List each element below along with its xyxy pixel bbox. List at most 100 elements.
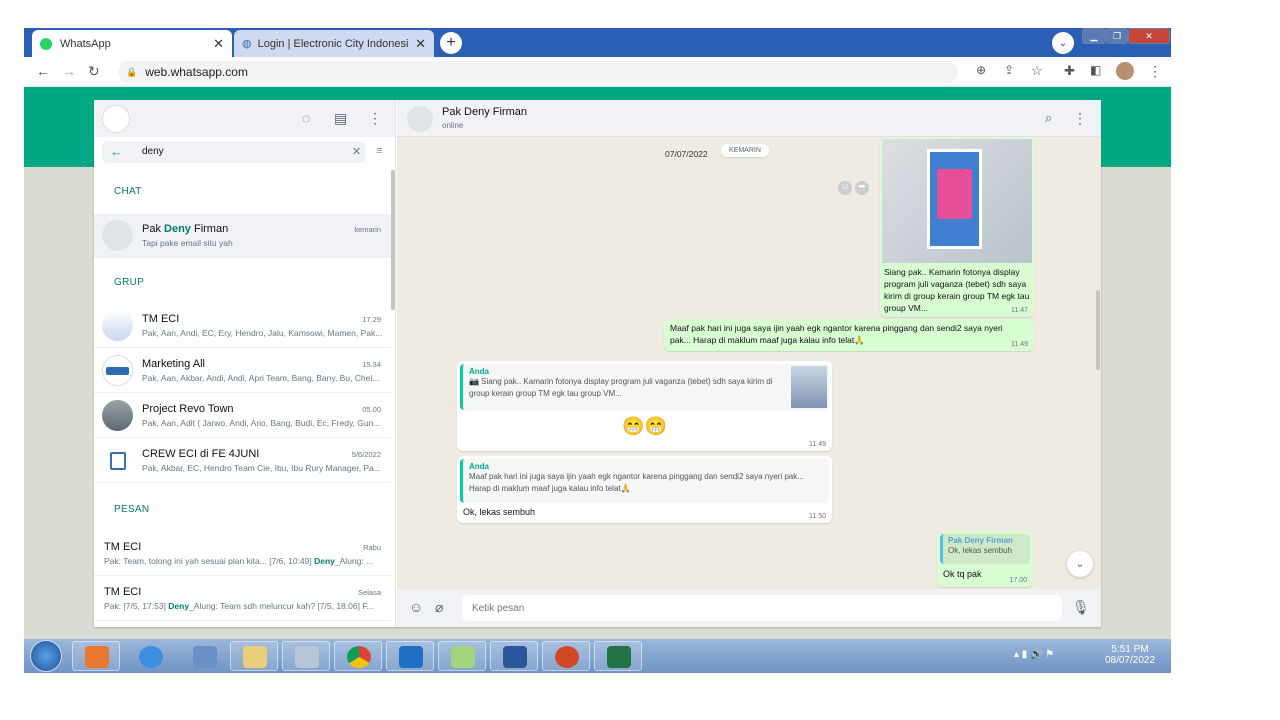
display-photo[interactable] [882,139,1032,263]
group-time: 15.34 [362,360,381,369]
close-window-button[interactable]: ✕ [1128,28,1170,44]
close-tab-icon[interactable]: ✕ [415,36,426,52]
taskbar-notes[interactable] [438,641,486,671]
clock[interactable]: 5:51 PM 08/07/2022 [1102,644,1158,666]
menu-icon[interactable]: ⋮ [368,110,382,127]
quoted-message[interactable]: Anda 📷 Siang pak.. Kamarin fotonya displ… [460,364,829,410]
incoming-message[interactable]: Anda 📷 Siang pak.. Kamarin fotonya displ… [457,361,832,451]
emoji-react-icon[interactable]: ☺ [838,181,852,195]
group-item[interactable]: Marketing All Pak, Aan, Akbar, Andi, And… [94,349,391,393]
avatar [102,445,133,476]
tab-electronic-city[interactable]: ◍ Login | Electronic City Indonesia ✕ [234,30,434,57]
group-item[interactable]: CREW ECI di FE 4JUNI Pak, Akbar, EC, Hen… [94,439,391,483]
media-player-icon [85,646,109,668]
reload-icon[interactable]: ↻ [88,63,100,80]
whatsapp-app: ◌ ▤ ⋮ ← deny ✕ ≡ CHAT Pak Deny Firman Ta… [94,100,1101,627]
tab-search-button[interactable]: ⌄ [1052,32,1074,54]
tab-title: Login | Electronic City Indonesia [257,37,408,50]
incoming-message[interactable]: Anda Maaf pak hari ini juga saya ijin ya… [457,456,832,523]
close-tab-icon[interactable]: ✕ [213,36,224,52]
forward-icon[interactable]: ➦ [855,181,869,195]
outgoing-message[interactable]: Pak Deny Firman Ok, lekas sembuh Ok tq p… [937,531,1033,587]
avatar [102,355,133,386]
taskbar-tool[interactable] [180,641,228,671]
section-chat-label: CHAT [114,186,142,197]
powerpoint-icon [555,646,579,668]
tab-whatsapp[interactable]: WhatsApp ✕ [32,30,232,57]
message-item[interactable]: TM ECI Pak: [7/5, 17:53] Deny_Alung: Tea… [94,577,391,621]
image-message[interactable]: Siang pak.. Kamarin fotonya display prog… [880,137,1034,317]
taskbar-outlook[interactable] [386,641,434,671]
taskbar-calculator[interactable] [282,641,330,671]
filter-icon[interactable]: ≡ [376,145,382,157]
search-row: ← deny ✕ ≡ [94,137,395,169]
search-box[interactable]: ← deny ✕ [102,141,366,163]
chat-menu-icon[interactable]: ⋮ [1073,110,1087,127]
taskbar-chrome[interactable] [334,641,382,671]
emoji-icon[interactable]: ☺ [409,599,423,615]
whatsapp-favicon-icon [40,37,52,50]
scroll-down-button[interactable]: ⌄ [1067,551,1093,577]
chat-item[interactable]: Pak Deny Firman Tapi pake email situ yah… [94,214,391,258]
message-text: Ok, lekas sembuh [463,507,536,517]
group-item[interactable]: TM ECI Pak, Aan, Andi, EC, Ery, Hendro, … [94,304,391,348]
browser-menu-icon[interactable]: ⋮ [1148,63,1162,80]
taskbar-internet-explorer[interactable] [126,641,174,671]
clear-search-icon[interactable]: ✕ [352,145,361,158]
bookmark-star-icon[interactable]: ☆ [1031,63,1043,79]
clock-date: 08/07/2022 [1104,655,1156,666]
side-panel-icon[interactable]: ◧ [1090,63,1101,77]
my-avatar[interactable] [102,105,130,133]
profile-avatar[interactable] [1116,62,1134,80]
contact-avatar[interactable] [407,106,433,132]
message-time: Selasa [358,588,381,597]
chat-name: Pak Deny Firman [142,223,229,235]
taskbar-excel[interactable] [594,641,642,671]
contact-status: online [442,121,464,130]
back-icon[interactable]: ← [36,63,50,79]
sidebar-scrollbar[interactable] [391,170,395,310]
start-button[interactable] [30,640,62,672]
chat-scrollbar[interactable] [1096,290,1100,370]
maximize-button[interactable]: ❐ [1106,28,1128,44]
microphone-icon[interactable]: 🎙 [1072,599,1090,616]
group-last-message: Pak, Aan, Adit ( Jarwo, Andi, Ario, Bang… [142,418,381,428]
share-icon[interactable]: ⇪ [1004,63,1014,77]
day-badge: KEMARIN [721,144,769,157]
group-item[interactable]: Project Revo Town Pak, Aan, Adit ( Jarwo… [94,394,391,438]
url-field[interactable]: 🔒 web.whatsapp.com [118,61,958,83]
chrome-icon [347,646,371,668]
section-messages-label: PESAN [114,504,150,515]
outgoing-message[interactable]: Maaf pak hari ini juga saya ijin yaah eg… [664,319,1034,351]
quoted-message[interactable]: Pak Deny Firman Ok, lekas sembuh [940,534,1030,564]
browser-tab-bar: WhatsApp ✕ ◍ Login | Electronic City Ind… [24,28,1171,57]
contact-name: Pak Deny Firman [442,106,527,118]
new-chat-icon[interactable]: ▤ [334,110,347,127]
message-chat-name: TM ECI [104,541,142,553]
group-name: CREW ECI di FE 4JUNI [142,448,260,460]
taskbar-explorer[interactable] [230,641,278,671]
message-input[interactable]: Ketik pesan [462,595,1062,621]
extensions-icon[interactable]: ✚ [1064,63,1075,79]
new-tab-button[interactable]: + [440,32,462,54]
minimize-button[interactable]: ▁ [1082,28,1106,44]
taskbar-media-player[interactable] [72,641,120,671]
forward-icon[interactable]: → [62,63,76,79]
search-icon[interactable]: ⌕ [1045,110,1052,126]
attach-icon[interactable]: ⌀ [435,599,443,616]
zoom-icon[interactable]: ⊕ [976,63,986,77]
status-icon[interactable]: ◌ [302,110,310,126]
tray-icons[interactable]: ▴ ▮ 🔊 ⚑ [1014,649,1054,660]
search-input[interactable]: deny [142,146,164,157]
group-name: Marketing All [142,358,205,370]
message-time: 11.49 [1011,341,1028,348]
quoted-message[interactable]: Anda Maaf pak hari ini juga saya ijin ya… [460,459,829,503]
conversation-header[interactable]: Pak Deny Firman online ⌕ ⋮ [397,100,1101,137]
back-arrow-icon[interactable]: ← [110,144,123,159]
taskbar-word[interactable] [490,641,538,671]
message-item[interactable]: TM ECI Pak: Team, tolong ini yah sesuai … [94,532,391,576]
taskbar-powerpoint[interactable] [542,641,590,671]
folder-icon [243,646,267,668]
excel-icon [607,646,631,668]
section-group-label: GRUP [114,277,145,288]
